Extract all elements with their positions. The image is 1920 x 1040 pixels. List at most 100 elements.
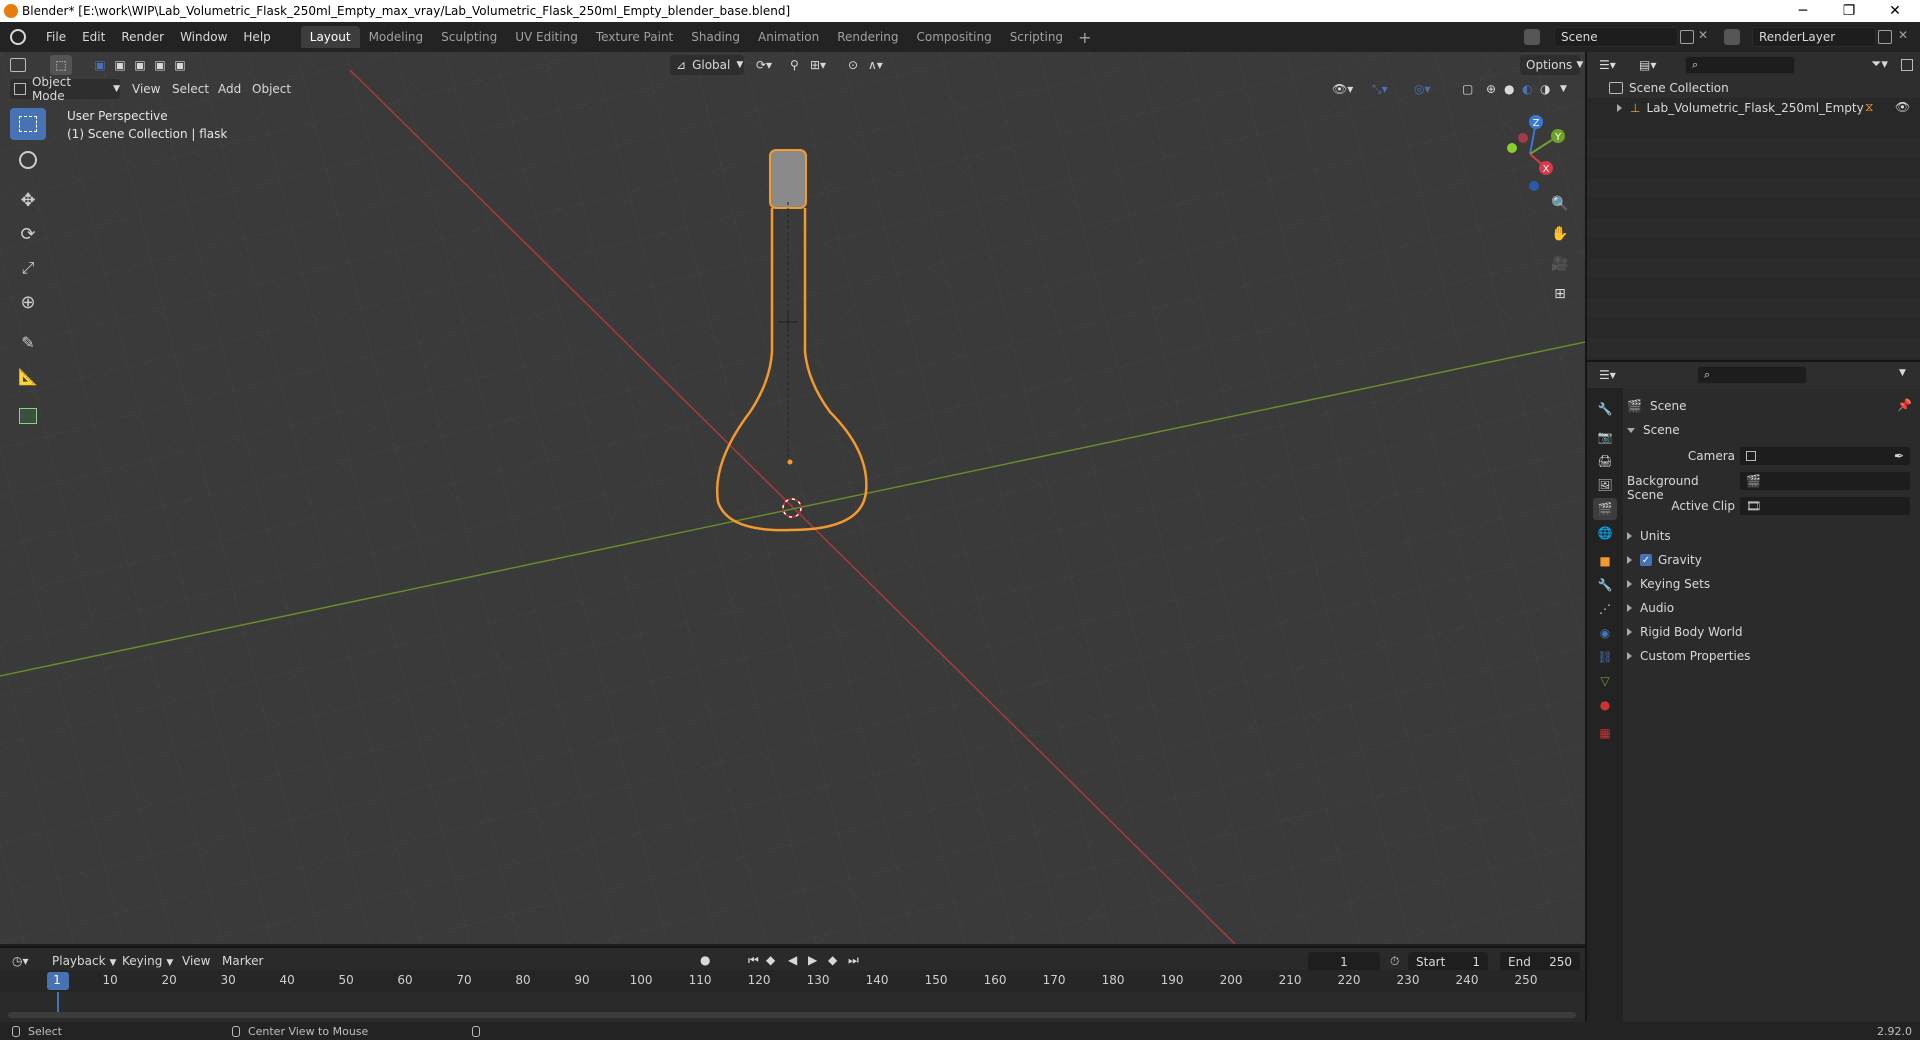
shading-rendered-icon[interactable]: ◑ [1540, 79, 1550, 99]
tab-constraints-icon[interactable]: ⛓ [1593, 646, 1617, 668]
eyedropper-icon[interactable]: ✒ [1894, 449, 1904, 463]
close-button[interactable]: ✕ [1872, 0, 1918, 22]
snap-icon[interactable]: ⚲ [790, 55, 810, 75]
tool-add-cube[interactable] [10, 400, 46, 432]
tab-compositing[interactable]: Compositing [907, 26, 1000, 48]
panel-scene-header[interactable]: Scene [1627, 420, 1917, 440]
tab-modifier-icon[interactable]: 🔧 [1593, 574, 1617, 596]
outliner-row-scene-collection[interactable]: Scene Collection [1587, 78, 1920, 98]
menu-timeline-view[interactable]: View [182, 954, 210, 968]
blender-menu-icon[interactable] [10, 29, 26, 45]
panel-rigid-body-world[interactable]: Rigid Body World [1627, 622, 1917, 642]
delete-scene-icon[interactable]: ✕ [1698, 28, 1708, 42]
minimize-button[interactable]: ─ [1780, 0, 1826, 22]
visibility-eye-icon[interactable]: 👁 [1895, 100, 1910, 114]
new-collection-icon[interactable] [1901, 59, 1913, 71]
scene-browse-icon[interactable] [1524, 29, 1540, 45]
tool-annotate[interactable]: ✎ [10, 326, 46, 358]
tool-move[interactable]: ✥ [10, 184, 46, 216]
gravity-checkbox[interactable]: ✓ [1640, 554, 1652, 566]
select-mode-intersect-icon[interactable]: ▣ [170, 55, 190, 75]
end-frame-field[interactable]: End 250 [1500, 952, 1580, 972]
visibility-icon[interactable]: 👁▾ [1332, 79, 1353, 99]
tool-transform[interactable]: ⊕ [10, 286, 46, 318]
add-workspace-icon[interactable]: + [1078, 28, 1091, 47]
tab-sculpting[interactable]: Sculpting [432, 26, 506, 48]
tab-view-layer-icon[interactable]: 🖼 [1593, 474, 1617, 496]
tab-animation[interactable]: Animation [749, 26, 828, 48]
select-mode-invert-icon[interactable]: ▣ [150, 55, 170, 75]
jump-keyframe-forward-icon[interactable]: ◆ [828, 953, 837, 967]
ortho-grid-icon[interactable]: ⊞ [1546, 280, 1574, 308]
pin-icon[interactable]: 📌 [1897, 398, 1912, 412]
navigation-gizmo[interactable]: Z Y X [1490, 112, 1570, 192]
renderlayer-browse-icon[interactable] [1724, 29, 1740, 45]
menu-window[interactable]: Window [172, 30, 235, 44]
timeline-scrollbar[interactable] [8, 1012, 1576, 1018]
new-renderlayer-icon[interactable] [1878, 30, 1892, 44]
renderlayer-field[interactable]: RenderLayer [1752, 27, 1876, 47]
tab-output-icon[interactable]: 🖨 [1593, 450, 1617, 472]
shading-material-icon[interactable]: ◐ [1522, 79, 1532, 99]
tool-measure[interactable]: 📐 [10, 360, 46, 392]
select-mode-subtract-icon[interactable]: ▣ [130, 55, 150, 75]
panel-audio[interactable]: Audio [1627, 598, 1917, 618]
play-reverse-icon[interactable]: ◀ [788, 953, 797, 967]
tab-scripting[interactable]: Scripting [1001, 26, 1072, 48]
timeline-editor-icon[interactable]: ◷▾ [12, 954, 29, 968]
camera-field[interactable]: ✒ [1739, 446, 1911, 466]
maximize-button[interactable]: ❐ [1826, 0, 1872, 22]
outliner-row-flask[interactable]: ⊥ Lab_Volumetric_Flask_250ml_Empty ⧖ 👁 [1587, 98, 1920, 118]
start-frame-field[interactable]: Start 1 [1408, 952, 1488, 972]
tab-tool-icon[interactable]: 🔧 [1593, 398, 1617, 420]
active-clip-field[interactable]: 🎞 [1739, 496, 1911, 516]
properties-options-icon[interactable]: ▼ [1899, 368, 1906, 378]
tab-shading[interactable]: Shading [682, 26, 749, 48]
shading-options-icon[interactable]: ▼ [1560, 79, 1567, 99]
transform-orientation-dropdown[interactable]: ⊿ Global ▼ [670, 55, 744, 75]
xray-icon[interactable]: ▢ [1462, 79, 1473, 99]
current-frame-field[interactable]: 1 [1308, 952, 1380, 972]
tab-data-icon[interactable]: ▽ [1593, 670, 1617, 692]
tab-physics-icon[interactable]: ◉ [1593, 622, 1617, 644]
tab-uv-editing[interactable]: UV Editing [506, 26, 587, 48]
frame-ruler[interactable]: 1 10 20 30 40 50 60 70 80 90 100 110 120 130 140 150 160… [0, 970, 1585, 992]
panel-custom-properties[interactable]: Custom Properties [1627, 646, 1917, 666]
panel-gravity[interactable]: ✓ Gravity [1627, 550, 1917, 570]
jump-end-icon[interactable]: ⏭ [848, 953, 859, 968]
tool-rotate[interactable]: ⟳ [10, 218, 46, 250]
menu-view[interactable]: View [132, 79, 160, 99]
jump-keyframe-back-icon[interactable]: ◆ [766, 953, 775, 967]
tab-render-icon[interactable]: 📷 [1593, 426, 1617, 448]
tab-texture-icon[interactable]: ▦ [1593, 722, 1617, 744]
camera-view-icon[interactable]: 🎥 [1546, 250, 1574, 278]
menu-file[interactable]: File [38, 30, 74, 44]
gizmo-toggle-icon[interactable]: ⤡▾ [1372, 79, 1388, 99]
menu-object[interactable]: Object [252, 79, 291, 99]
tab-particles-icon[interactable]: ⋰ [1593, 598, 1617, 620]
proportional-edit-icon[interactable]: ⊙ [848, 55, 868, 75]
menu-edit[interactable]: Edit [74, 30, 113, 44]
editor-type-icon[interactable] [10, 55, 38, 75]
options-dropdown[interactable]: Options ▼ [1520, 55, 1583, 75]
menu-select[interactable]: Select [172, 79, 209, 99]
menu-keying[interactable]: Keying ▼ [122, 954, 173, 968]
tool-scale[interactable]: ⤢ [10, 252, 46, 284]
select-mode-extend-icon[interactable]: ▣ [110, 55, 130, 75]
panel-keying-sets[interactable]: Keying Sets [1627, 574, 1917, 594]
tab-scene-icon[interactable]: 🎬 [1593, 498, 1617, 520]
record-button-icon[interactable]: ● [700, 953, 710, 967]
select-mode-new-icon[interactable]: ▣ [90, 55, 110, 75]
tab-world-icon[interactable]: 🌐 [1593, 522, 1617, 544]
tab-texture-paint[interactable]: Texture Paint [587, 26, 682, 48]
3d-viewport[interactable]: ⬚ ▣ ▣ ▣ ▣ ▣ ⊿ Global ▼ ⟳▾ ⚲ ⊞▾ ⊙ ∧▾ Opti… [0, 52, 1585, 944]
outliner-search-input[interactable]: ⌕ [1685, 56, 1795, 74]
panel-units[interactable]: Units [1627, 526, 1917, 546]
shading-wireframe-icon[interactable]: ⊕ [1486, 79, 1496, 99]
tool-select-box[interactable] [10, 108, 46, 140]
overlay-toggle-icon[interactable]: ◎▾ [1414, 79, 1431, 99]
object-mode-dropdown[interactable]: Object Mode ▼ [10, 75, 120, 103]
play-icon[interactable]: ▶ [808, 953, 817, 967]
falloff-icon[interactable]: ∧▾ [868, 55, 894, 75]
filter-icon[interactable]: ⏷▾ [1871, 57, 1888, 72]
